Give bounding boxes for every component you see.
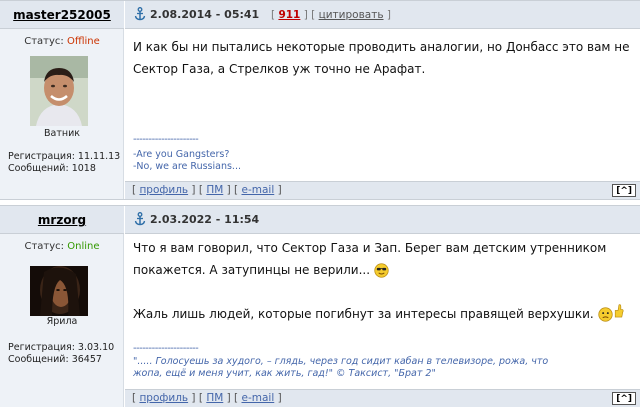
author-status: Статус: Online	[0, 241, 124, 252]
status-offline: Offline	[66, 36, 100, 47]
author-stats: Регистрация: 11.11.13 Сообщений: 1018	[8, 151, 120, 175]
anchor-icon[interactable]	[134, 212, 146, 226]
registration-date: Регистрация: 3.03.10	[8, 342, 115, 353]
status-label: Статус:	[24, 241, 65, 252]
author-name[interactable]: mrzorg	[0, 206, 124, 234]
post-footer: [ профиль ] [ ПМ ] [ e-mail ] [^]	[125, 181, 640, 199]
pm-link[interactable]: ПМ	[206, 392, 223, 404]
message-count: Сообщений: 36457	[8, 354, 102, 365]
author-status: Статус: Offline	[0, 36, 124, 47]
status-online: Online	[67, 241, 100, 252]
author-name[interactable]: master252005	[0, 1, 124, 29]
scroll-top-button[interactable]: [^]	[612, 392, 636, 405]
profile-link[interactable]: профиль	[139, 184, 188, 196]
post-date: 2.03.2022 - 11:54	[150, 213, 260, 226]
post-footer: [ профиль ] [ ПМ ] [ e-mail ] [^]	[125, 389, 640, 407]
footer-links: [ профиль ] [ ПМ ] [ e-mail ]	[132, 392, 282, 404]
quote-link[interactable]: цитировать	[319, 9, 384, 21]
signature: -Are you Gangsters? -No, we are Russians…	[133, 149, 241, 173]
avatar	[30, 56, 88, 126]
signature-separator: ---------------------	[133, 343, 199, 354]
post-text: И как бы ни пытались некоторые проводить…	[133, 40, 630, 76]
pm-link[interactable]: ПМ	[206, 184, 223, 196]
forum-post: master252005 Статус: Offline Ватник Реги…	[0, 0, 640, 199]
signature-quote: "..... Голосуешь за худого, – глядь, чер…	[133, 356, 549, 379]
author-panel: mrzorg Статус: Online Ярила Регистрация:…	[0, 206, 124, 407]
post-number-link[interactable]: 911	[278, 9, 300, 21]
email-link[interactable]: e-mail	[242, 184, 275, 196]
post-text: Что я вам говорил, что Сектор Газа и Зап…	[133, 237, 633, 325]
footer-links: [ профиль ] [ ПМ ] [ e-mail ]	[132, 184, 282, 196]
signature-line-2: -No, we are Russians...	[133, 161, 241, 172]
signature-line-1: -Are you Gangsters?	[133, 149, 230, 160]
thumbs-up-icon	[615, 304, 624, 318]
anchor-icon[interactable]	[134, 7, 146, 21]
profile-link[interactable]: профиль	[139, 392, 188, 404]
registration-date: Регистрация: 11.11.13	[8, 151, 121, 162]
author-panel: master252005 Статус: Offline Ватник Реги…	[0, 1, 124, 199]
post-text-part-1: Что я вам говорил, что Сектор Газа и Зап…	[133, 241, 607, 277]
scroll-top-button[interactable]: [^]	[612, 184, 636, 197]
signature-separator: ---------------------	[133, 134, 199, 145]
author-rank: Ярила	[46, 316, 78, 327]
post-text-part-2: Жаль лишь людей, которые погибнут за инт…	[133, 307, 594, 321]
cool-smile-icon	[374, 263, 389, 278]
post-header: 2.03.2022 - 11:54	[125, 206, 640, 234]
sad-smile-icon	[597, 307, 613, 322]
email-link[interactable]: e-mail	[242, 392, 275, 404]
status-label: Статус:	[24, 36, 64, 47]
post-header: 2.08.2014 - 05:41 [ 911 ] [ цитировать ]	[125, 1, 640, 29]
post-meta: [ 911 ] [ цитировать ]	[271, 9, 391, 21]
forum-post: mrzorg Статус: Online Ярила Регистрация:…	[0, 205, 640, 407]
author-rank: Ватник	[44, 128, 80, 139]
message-count: Сообщений: 1018	[8, 163, 96, 174]
post-date: 2.08.2014 - 05:41	[150, 8, 260, 21]
author-stats: Регистрация: 3.03.10 Сообщений: 36457	[8, 342, 114, 366]
